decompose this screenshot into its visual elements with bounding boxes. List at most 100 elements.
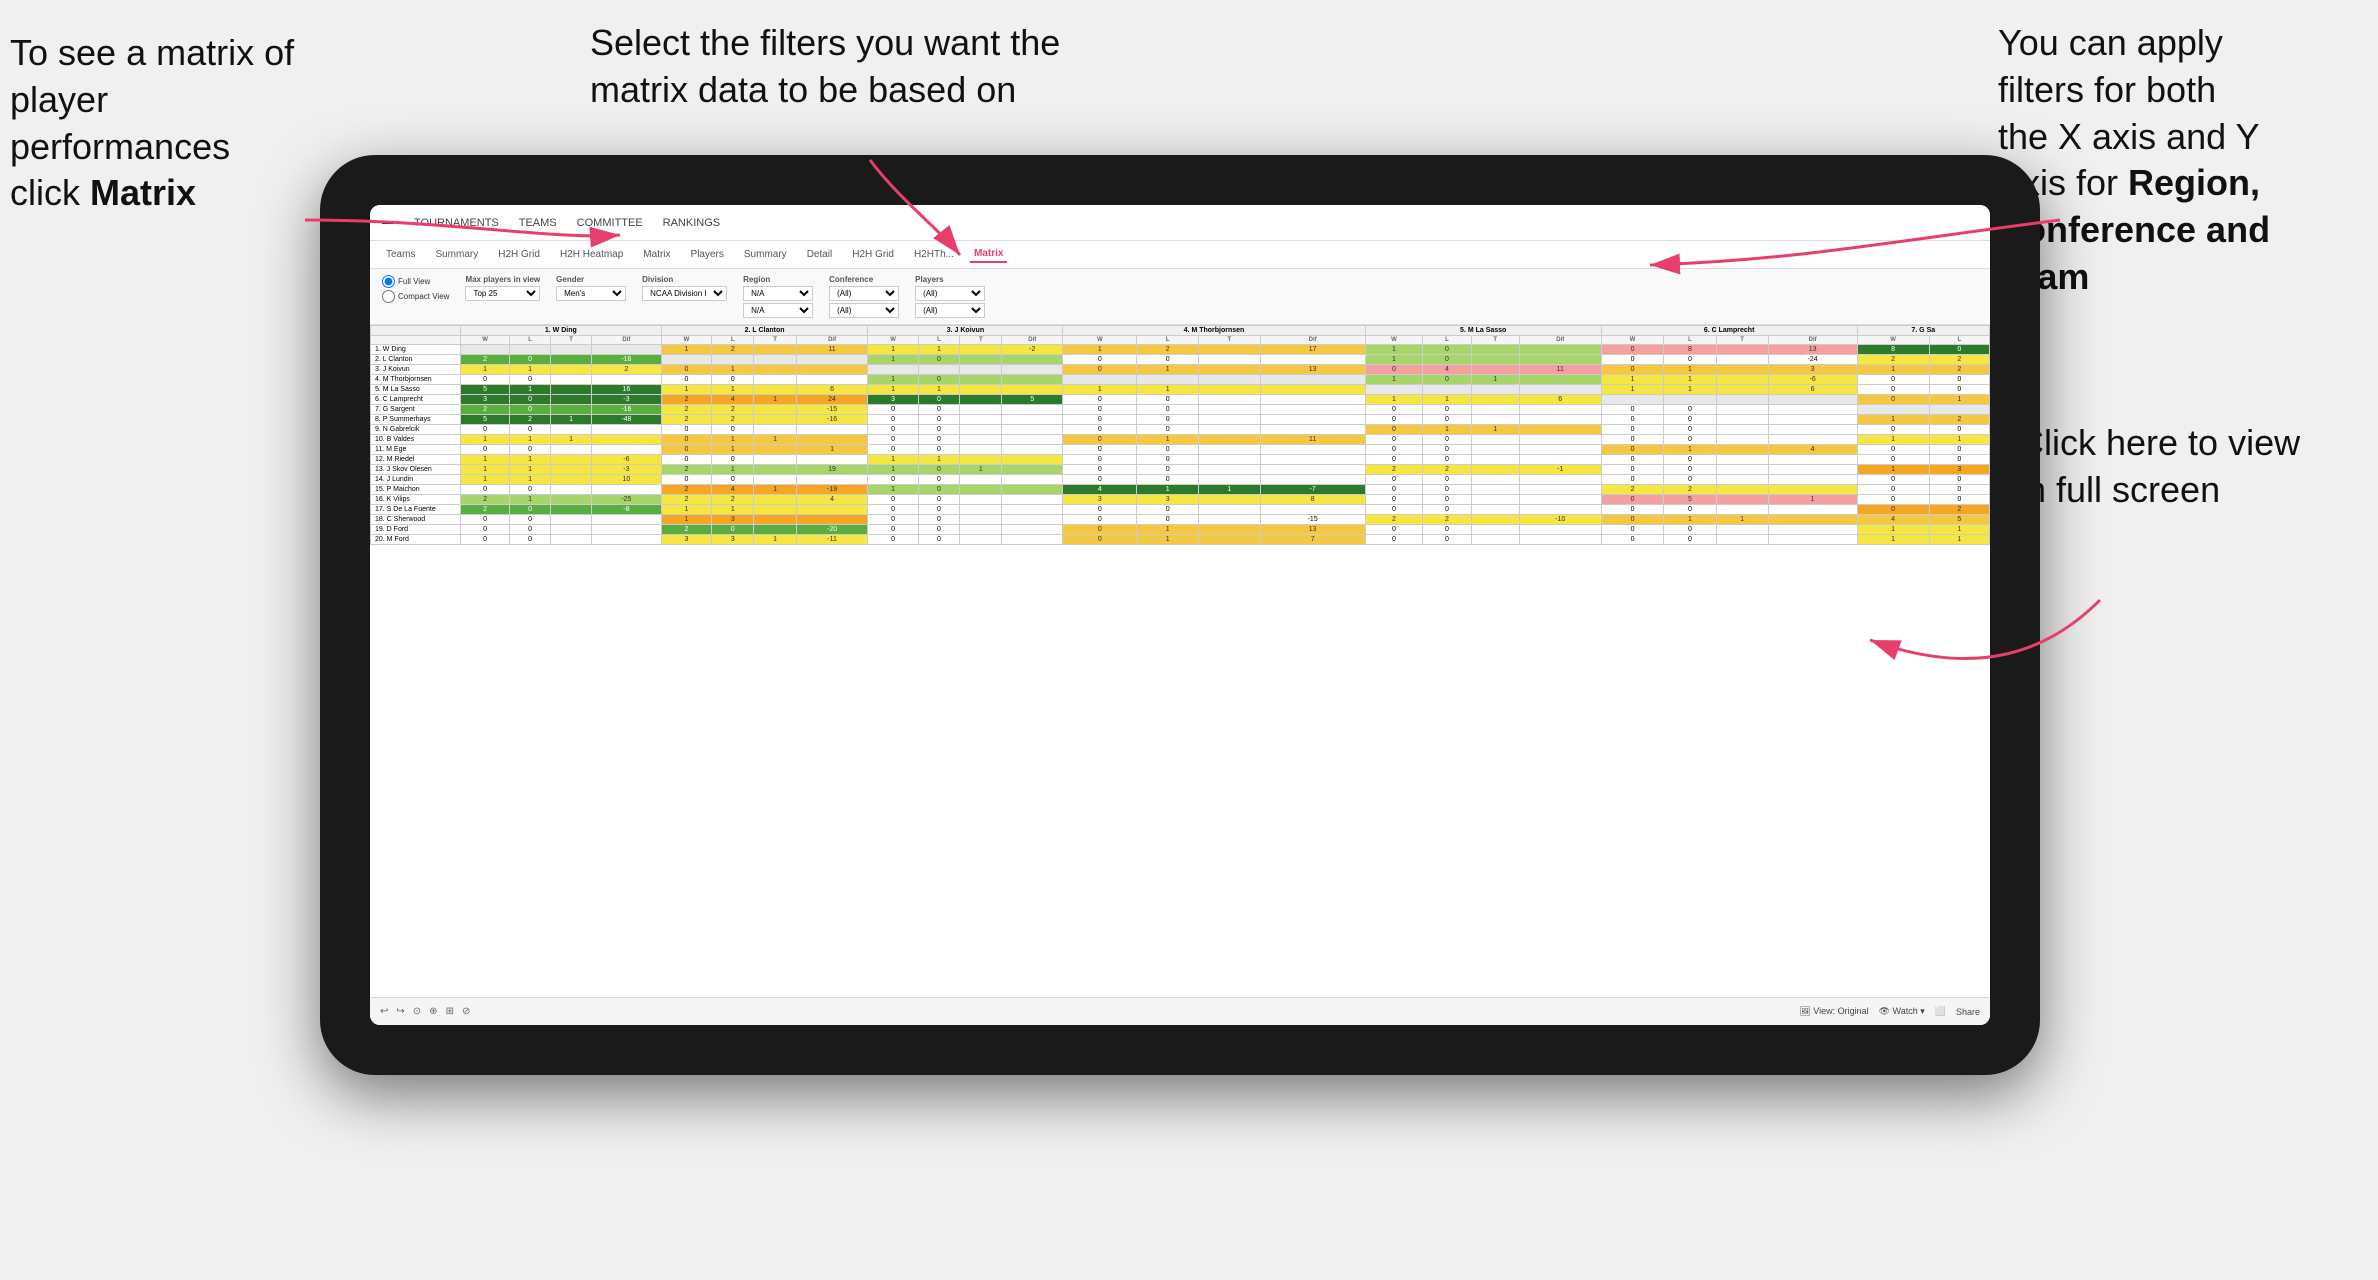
matrix-cell: [1519, 455, 1601, 465]
matrix-cell: 2: [1929, 355, 1989, 365]
subnav-detail[interactable]: Detail: [803, 247, 837, 262]
matrix-cell: 2: [461, 495, 510, 505]
conference-select2[interactable]: (All): [829, 303, 899, 318]
matrix-cell: 8: [1260, 495, 1365, 505]
matrix-cell: 0: [1063, 535, 1137, 545]
nav-tournaments[interactable]: TOURNAMENTS: [414, 217, 499, 229]
matrix-cell: 0: [918, 535, 960, 545]
full-view-option[interactable]: Full View: [382, 275, 449, 288]
matrix-cell: [1519, 475, 1601, 485]
gender-select[interactable]: Men's: [556, 286, 626, 301]
subnav-h2h-grid2[interactable]: H2H Grid: [848, 247, 898, 262]
sh-t3: T: [960, 336, 1002, 345]
matrix-cell: 0: [510, 355, 551, 365]
nav-rankings[interactable]: RANKINGS: [663, 217, 720, 229]
tool4-icon[interactable]: ⊘: [462, 1006, 470, 1017]
matrix-cell: [796, 435, 868, 445]
matrix-cell: [1519, 485, 1601, 495]
matrix-cell: [1716, 415, 1768, 425]
table-row: 6. C Lamprecht30-3241243050011601: [371, 395, 1990, 405]
nav-committee[interactable]: COMMITTEE: [577, 217, 643, 229]
matrix-cell: 6: [1519, 395, 1601, 405]
matrix-cell: 1: [1601, 375, 1664, 385]
annotation-topright: You can apply filters for both the X axi…: [1998, 20, 2338, 301]
nav-teams[interactable]: TEAMS: [519, 217, 557, 229]
matrix-cell: [1768, 515, 1857, 525]
matrix-cell: [1857, 405, 1929, 415]
subnav-matrix-active[interactable]: Matrix: [970, 246, 1007, 263]
matrix-cell: [1002, 515, 1063, 525]
matrix-cell: 1: [712, 365, 754, 375]
division-select[interactable]: NCAA Division I: [642, 286, 727, 301]
matrix-cell: [1716, 405, 1768, 415]
annotation-topleft: To see a matrix of player performances c…: [10, 30, 330, 217]
matrix-cell: 0: [1601, 465, 1664, 475]
matrix-cell: [1768, 485, 1857, 495]
compact-view-option[interactable]: Compact View: [382, 290, 449, 303]
matrix-cell: 0: [1423, 535, 1471, 545]
matrix-container[interactable]: 1. W Ding 2. L Clanton 3. J Koivun 4. M …: [370, 325, 1990, 985]
subnav-h2h-grid[interactable]: H2H Grid: [494, 247, 544, 262]
players-select1[interactable]: (All): [915, 286, 985, 301]
region-select2[interactable]: N/A: [743, 303, 813, 318]
matrix-cell: 0: [1601, 345, 1664, 355]
matrix-cell: [1199, 495, 1261, 505]
tool1-icon[interactable]: ⊙: [413, 1006, 421, 1017]
annotation-topleft-text: To see a matrix of player performances c…: [10, 32, 294, 213]
matrix-cell: -25: [592, 495, 662, 505]
subheader-name: [371, 336, 461, 345]
tool3-icon[interactable]: ⊞: [446, 1006, 454, 1017]
sh-w4: W: [1063, 336, 1137, 345]
matrix-cell: [551, 405, 592, 415]
sh-l3: L: [918, 336, 960, 345]
share-label[interactable]: Share: [1956, 1007, 1980, 1017]
matrix-cell: [1199, 445, 1261, 455]
matrix-cell: 1: [754, 435, 796, 445]
subnav-teams[interactable]: Teams: [382, 247, 419, 262]
matrix-cell: 0: [661, 435, 712, 445]
sh-w3: W: [868, 336, 918, 345]
matrix-cell: 0: [1857, 375, 1929, 385]
compact-view-radio[interactable]: [382, 290, 395, 303]
undo-icon[interactable]: ↩: [380, 1006, 388, 1017]
matrix-cell: [461, 345, 510, 355]
matrix-cell: [1199, 345, 1261, 355]
redo-icon[interactable]: ↪: [396, 1006, 404, 1017]
matrix-cell: 0: [1664, 405, 1716, 415]
matrix-cell: 0: [1423, 485, 1471, 495]
subnav-summary[interactable]: Summary: [431, 247, 482, 262]
subnav-summary2[interactable]: Summary: [740, 247, 791, 262]
matrix-cell: [1199, 365, 1261, 375]
sh-d2: Dif: [796, 336, 868, 345]
matrix-cell: 1: [1929, 435, 1989, 445]
matrix-cell: 1: [754, 395, 796, 405]
matrix-cell: 0: [1063, 505, 1137, 515]
annotation-topmid-text: Select the filters you want the matrix d…: [590, 22, 1060, 110]
matrix-cell: [1137, 375, 1199, 385]
matrix-cell: 0: [1137, 415, 1199, 425]
matrix-cell: 1: [918, 455, 960, 465]
players-select2[interactable]: (All): [915, 303, 985, 318]
conference-select1[interactable]: (All): [829, 286, 899, 301]
full-view-radio[interactable]: [382, 275, 395, 288]
matrix-cell: 0: [1601, 415, 1664, 425]
matrix-cell: [1519, 375, 1601, 385]
matrix-cell: [592, 515, 662, 525]
matrix-cell: 0: [1137, 395, 1199, 405]
matrix-cell: 0: [1423, 495, 1471, 505]
matrix-cell: 1: [1664, 365, 1716, 375]
matrix-cell: [960, 525, 1002, 535]
subnav-players[interactable]: Players: [687, 247, 728, 262]
subnav-h2hth[interactable]: H2HTh...: [910, 247, 958, 262]
subnav-h2h-heatmap[interactable]: H2H Heatmap: [556, 247, 627, 262]
region-select1[interactable]: N/A: [743, 286, 813, 301]
max-players-select[interactable]: Top 25: [465, 286, 540, 301]
tool2-icon[interactable]: ⊕: [429, 1006, 437, 1017]
conference-label: Conference: [829, 275, 899, 284]
subnav-matrix-left[interactable]: Matrix: [639, 247, 674, 262]
share-icon[interactable]: ⬜: [1935, 1006, 1946, 1017]
matrix-cell: 0: [1601, 505, 1664, 515]
view-original-label[interactable]: 🖼 View: Original: [1799, 1006, 1868, 1017]
matrix-cell: 0: [1063, 425, 1137, 435]
watch-label[interactable]: 👁 Watch ▾: [1879, 1006, 1925, 1017]
